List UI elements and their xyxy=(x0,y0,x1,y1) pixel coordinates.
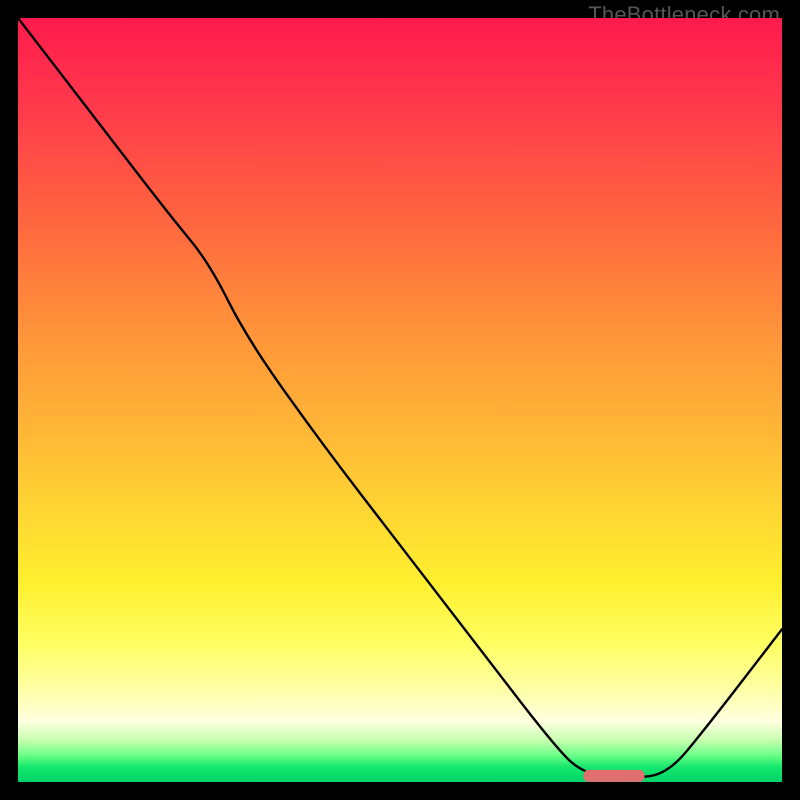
plot-area xyxy=(18,18,782,782)
chart-frame: TheBottleneck.com xyxy=(0,0,800,800)
bottleneck-curve xyxy=(18,18,782,782)
minimum-marker xyxy=(583,770,644,782)
curve-path xyxy=(18,18,782,777)
